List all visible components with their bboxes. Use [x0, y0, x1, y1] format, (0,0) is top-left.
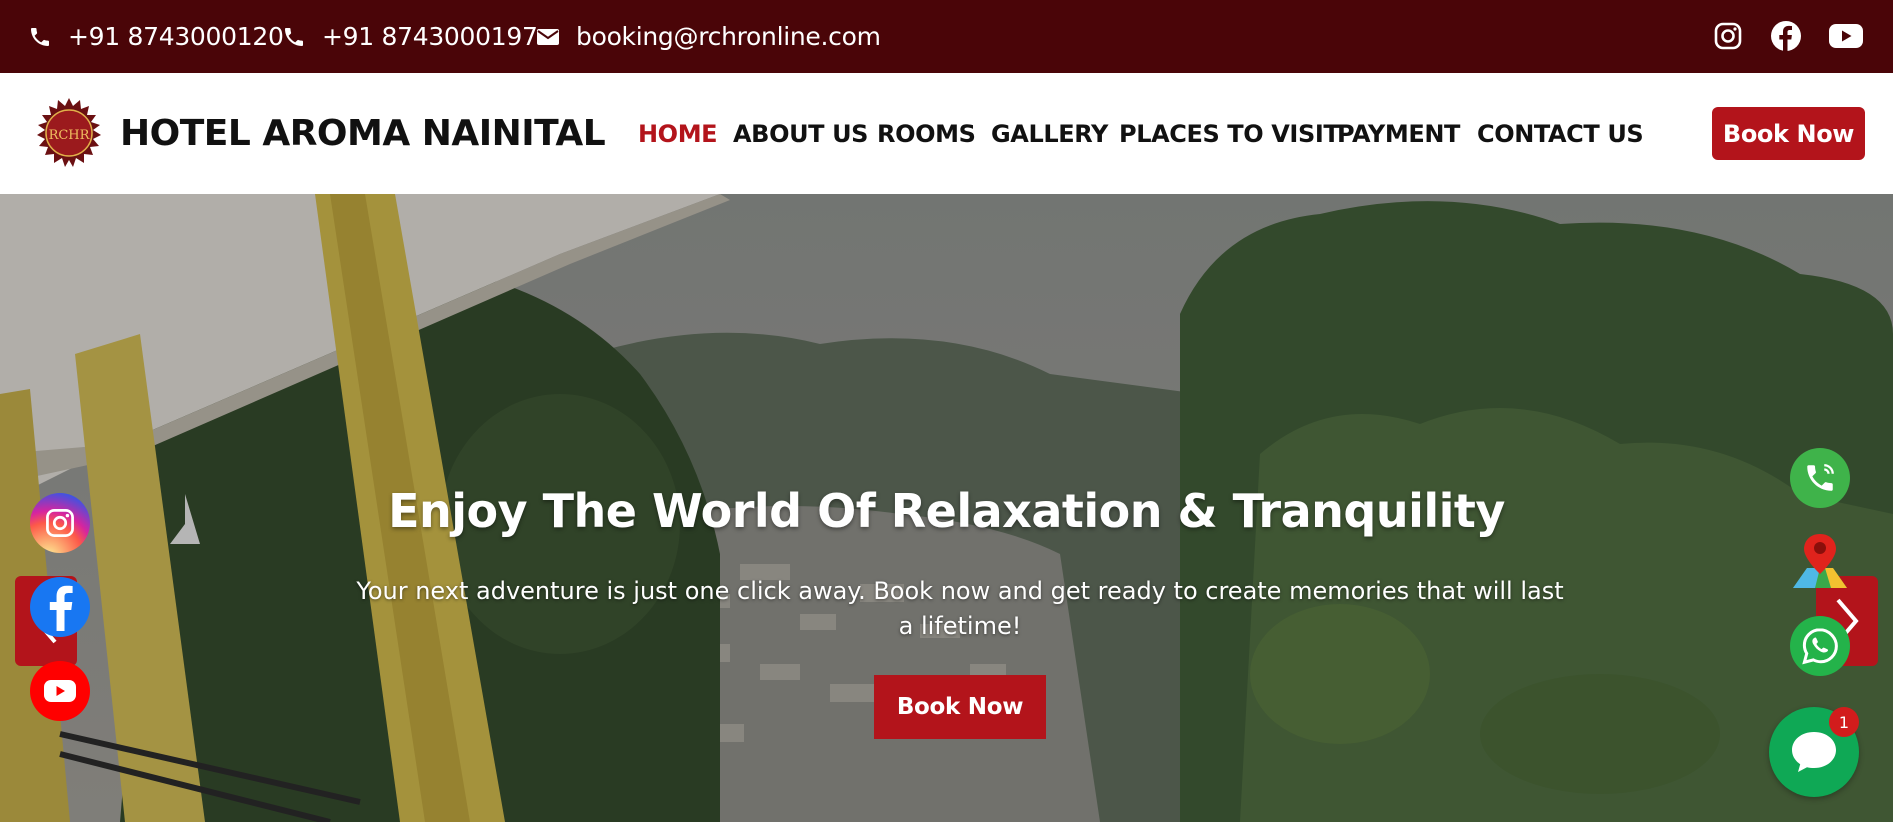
phone-contact-2[interactable]: +91 8743000197 [282, 0, 538, 73]
phone-icon [31, 27, 49, 46]
facebook-icon[interactable] [1768, 18, 1804, 54]
float-whatsapp-button[interactable] [1790, 616, 1850, 676]
youtube-icon[interactable] [1828, 18, 1864, 54]
phone-contact-1[interactable]: +91 8743000120 [28, 0, 284, 73]
hero-title: Enjoy The World Of Relaxation & Tranquil… [388, 484, 1505, 538]
float-call-button[interactable] [1790, 448, 1850, 508]
float-facebook-button[interactable] [30, 577, 90, 637]
phone-number-2: +91 8743000197 [322, 22, 538, 51]
youtube-icon [44, 680, 76, 702]
nav-gallery[interactable]: GALLERY [991, 120, 1108, 148]
chat-notification-badge: 1 [1829, 707, 1859, 737]
phone-number-1: +91 8743000120 [68, 22, 284, 51]
hotel-logo[interactable]: RCHR [33, 98, 105, 170]
nav-rooms[interactable]: ROOMS [877, 120, 976, 148]
float-instagram-button[interactable] [30, 493, 90, 553]
phone-call-icon [1807, 464, 1834, 491]
brand-name[interactable]: HOTEL AROMA NAINITAL [120, 113, 606, 154]
hero-slider: Enjoy The World Of Relaxation & Tranquil… [0, 194, 1893, 822]
chat-bubble-icon [1792, 732, 1836, 772]
map-pin-icon [1793, 534, 1847, 588]
whatsapp-icon [1802, 628, 1838, 665]
main-header: RCHR HOTEL AROMA NAINITAL HOME ABOUT US … [0, 73, 1893, 194]
top-bar: +91 8743000120 +91 8743000197 booking@rc… [0, 0, 1893, 73]
email-contact[interactable]: booking@rchronline.com [536, 0, 881, 73]
hero-subtitle: Your next adventure is just one click aw… [356, 577, 1564, 640]
nav-home[interactable]: HOME [638, 120, 718, 148]
email-address: booking@rchronline.com [576, 22, 881, 51]
phone-icon [285, 27, 303, 46]
envelope-icon [537, 28, 559, 45]
logo-text: RCHR [49, 128, 91, 143]
facebook-icon [49, 585, 73, 631]
float-map-button[interactable] [1787, 530, 1853, 596]
hero-book-now-button[interactable]: Book Now [874, 675, 1046, 739]
instagram-icon[interactable] [1710, 18, 1746, 54]
header-book-now-button[interactable]: Book Now [1712, 107, 1865, 160]
nav-about-us[interactable]: ABOUT US [733, 120, 868, 148]
instagram-icon [46, 509, 74, 537]
nav-places-to-visit[interactable]: PLACES TO VISIT [1119, 120, 1340, 148]
float-youtube-button[interactable] [30, 661, 90, 721]
nav-payment[interactable]: PAYMENT [1337, 120, 1460, 148]
nav-contact-us[interactable]: CONTACT US [1477, 120, 1644, 148]
